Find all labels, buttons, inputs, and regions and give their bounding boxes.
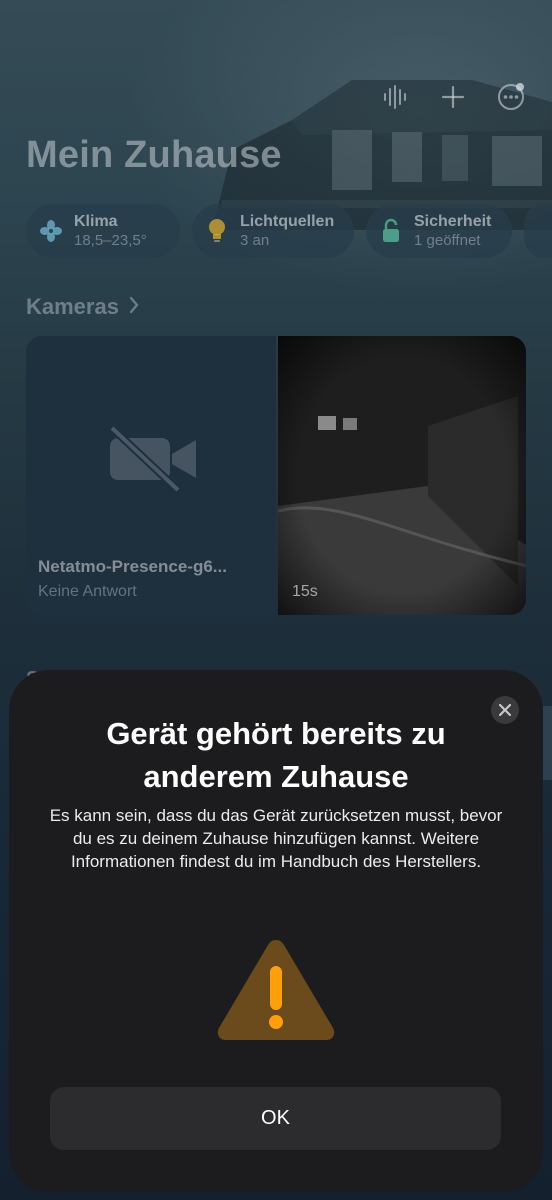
chip-sicherheit[interactable]: Sicherheit 1 geöffnet (366, 204, 512, 258)
chip-label: Sicherheit (414, 213, 492, 230)
video-off-icon (108, 424, 200, 499)
chip-label: Klima (74, 213, 118, 230)
top-toolbar (380, 82, 526, 112)
lock-icon (378, 218, 404, 244)
alert-message: Es kann sein, dass du das Gerät zurückse… (49, 806, 503, 871)
camera-tile-netatmo[interactable]: Netatmo-Presence-g6... Keine Antwort (26, 336, 276, 615)
plus-icon[interactable] (438, 82, 468, 112)
status-chips: Klima 18,5–23,5° Lichtquellen 3 an Siche… (26, 204, 552, 258)
warning-icon (217, 940, 335, 1040)
chip-value: 1 geöffnet (414, 232, 481, 249)
waveform-icon[interactable] (380, 82, 410, 112)
cameras-header-label: Kameras (26, 294, 119, 319)
more-icon[interactable] (496, 82, 526, 112)
camera-name: Netatmo-Presence-g6... (38, 557, 227, 576)
page-title: Mein Zuhause (26, 134, 282, 176)
cameras-header[interactable]: Kameras (26, 294, 139, 320)
chip-value: 3 an (240, 232, 270, 249)
alert-sheet: Gerät gehört bereits zu anderem Zuhause … (9, 670, 543, 1192)
camera-timestamp: 15s (292, 583, 318, 600)
chip-klima[interactable]: Klima 18,5–23,5° (26, 204, 180, 258)
chevron-right-icon (129, 294, 139, 320)
fan-icon (38, 218, 64, 244)
chip-label: Lichtquellen (240, 213, 335, 230)
chip-lichtquellen[interactable]: Lichtquellen 3 an (192, 204, 354, 258)
lightbulb-icon (204, 218, 230, 244)
alert-title: Gerät gehört bereits zu anderem Zuhause (106, 716, 446, 794)
camera-grid: Netatmo-Presence-g6... Keine Antwort 15s (26, 336, 526, 615)
ok-button[interactable]: OK (50, 1087, 501, 1150)
camera-status: Keine Antwort (38, 583, 137, 600)
chip-more-peek[interactable] (524, 204, 552, 258)
camera-snapshot (278, 336, 526, 615)
chip-value: 18,5–23,5° (74, 232, 147, 249)
camera-tile-live[interactable]: 15s (278, 336, 526, 615)
